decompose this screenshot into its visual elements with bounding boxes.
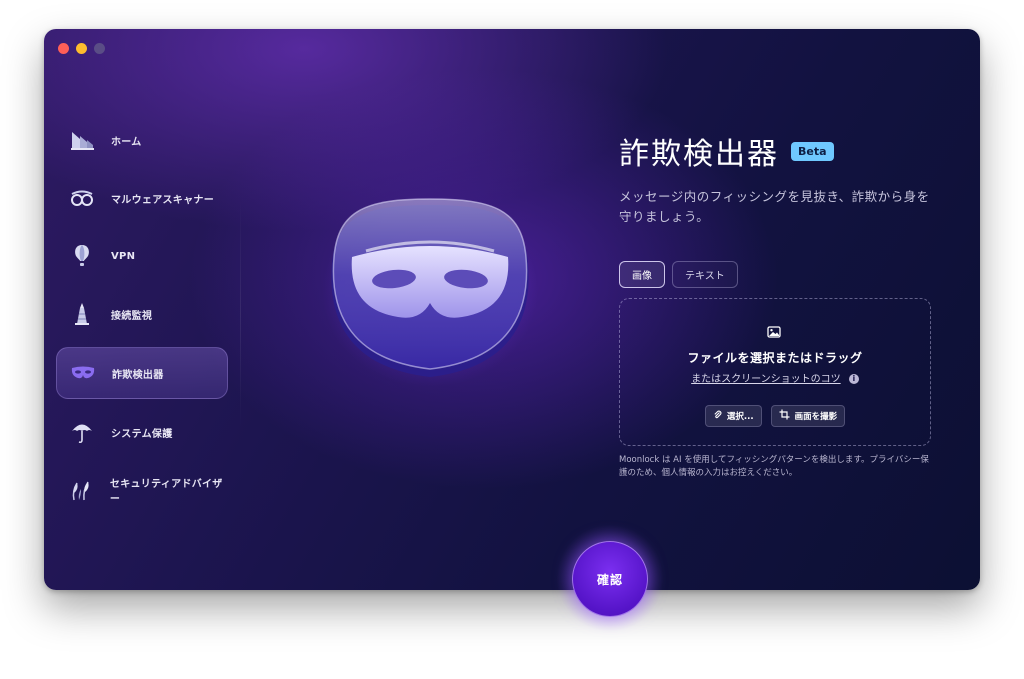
sidebar: ホーム マルウェアスキャナー VPN 接続監視 詐欺検出器 システム保護 セキュ… [56, 115, 228, 523]
connection-monitor-icon [68, 300, 96, 328]
umbrella-icon [68, 418, 96, 446]
page-subtitle: メッセージ内のフィッシングを見抜き、詐欺から身を守りましょう。 [619, 189, 930, 224]
sidebar-item-label: VPN [111, 250, 136, 262]
tab-image[interactable]: 画像 [619, 261, 665, 288]
sidebar-item-label: ホーム [111, 136, 142, 148]
capture-screen-button[interactable]: 画面を撮影 [770, 405, 846, 427]
confirm-button[interactable]: 確認 [572, 541, 648, 617]
vpn-balloon-icon [68, 242, 96, 270]
tab-text[interactable]: テキスト [672, 261, 738, 288]
screenshot-tips-row: またはスクリーンショットのコツ i [620, 370, 930, 385]
advisor-icon [68, 476, 95, 504]
beta-badge: Beta [791, 141, 834, 161]
sidebar-item-scam-detector[interactable]: 詐欺検出器 [56, 347, 228, 399]
sidebar-item-connection-monitor[interactable]: 接続監視 [56, 289, 228, 339]
sidebar-item-label: システム保護 [111, 428, 173, 440]
sidebar-item-vpn[interactable]: VPN [56, 231, 228, 281]
app-window: ホーム マルウェアスキャナー VPN 接続監視 詐欺検出器 システム保護 セキュ… [44, 29, 980, 590]
dropzone-instruction: ファイルを選択またはドラッグ [687, 351, 863, 365]
window-controls [58, 43, 105, 54]
file-dropzone[interactable]: ファイルを選択またはドラッグ またはスクリーンショットのコツ i 選択... 画… [619, 298, 931, 446]
crop-icon [779, 409, 790, 423]
close-window-button[interactable] [58, 43, 69, 54]
capture-screen-label: 画面を撮影 [794, 412, 838, 422]
scam-detector-hero-mask-icon [322, 191, 538, 387]
choose-file-button[interactable]: 選択... [704, 405, 762, 427]
sidebar-item-malware-scanner[interactable]: マルウェアスキャナー [56, 173, 228, 223]
sidebar-item-label: マルウェアスキャナー [111, 194, 214, 206]
sidebar-item-label: セキュリティアドバイザー [109, 479, 223, 505]
mask-icon [69, 359, 97, 387]
page-title: 詐欺検出器 [619, 137, 779, 172]
sidebar-item-security-advisor[interactable]: セキュリティアドバイザー [56, 465, 228, 515]
dropzone-actions: 選択... 画面を撮影 [620, 405, 930, 427]
sidebar-item-system-protection[interactable]: システム保護 [56, 407, 228, 457]
zoom-window-button[interactable] [94, 43, 105, 54]
home-icon [68, 126, 96, 154]
sidebar-divider [240, 199, 241, 429]
sidebar-item-home[interactable]: ホーム [56, 115, 228, 165]
info-icon[interactable]: i [848, 374, 859, 384]
sidebar-item-label: 接続監視 [111, 310, 153, 322]
minimize-window-button[interactable] [76, 43, 87, 54]
screenshot-tips-link[interactable]: またはスクリーンショットのコツ [691, 374, 841, 385]
privacy-disclaimer: Moonlock は AI を使用してフィッシングパターンを検出します。プライバ… [619, 455, 929, 478]
sidebar-item-label: 詐欺検出器 [112, 369, 164, 381]
image-icon [767, 323, 781, 342]
input-type-tabs: 画像 テキスト [619, 261, 939, 288]
malware-scanner-icon [68, 184, 96, 212]
scam-detector-panel: 詐欺検出器 Beta メッセージ内のフィッシングを見抜き、詐欺から身を守りましょ… [619, 129, 939, 480]
paperclip-icon [713, 410, 722, 422]
choose-file-label: 選択... [726, 412, 754, 422]
